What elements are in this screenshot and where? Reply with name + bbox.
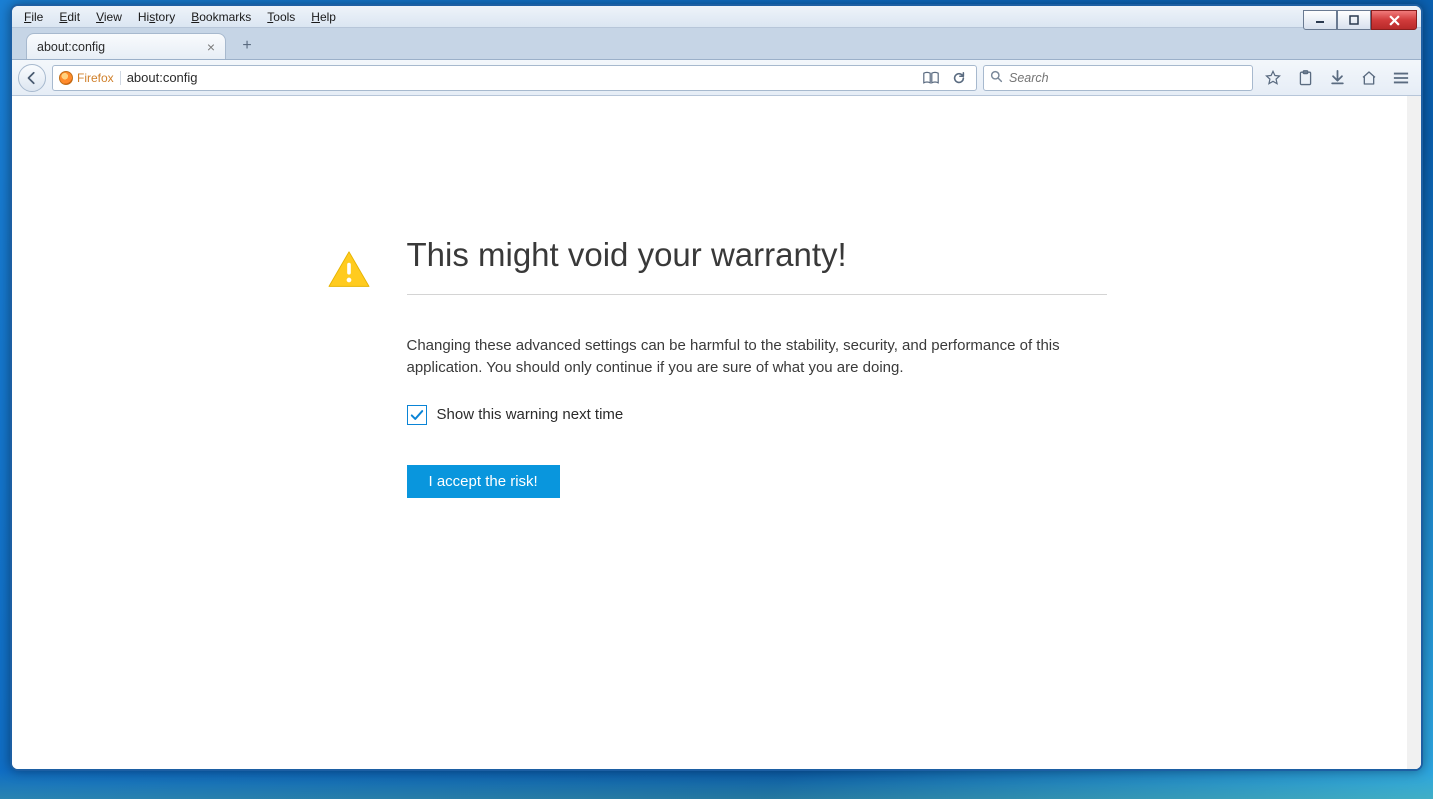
url-bar[interactable]: Firefox about:config xyxy=(52,65,977,91)
menu-edit[interactable]: Edit xyxy=(51,8,88,26)
home-icon[interactable] xyxy=(1355,64,1383,92)
identity-label: Firefox xyxy=(77,71,114,85)
window-close-button[interactable] xyxy=(1371,10,1417,30)
warning-triangle-icon xyxy=(327,250,371,290)
search-input[interactable] xyxy=(1009,71,1246,85)
hamburger-menu-icon[interactable] xyxy=(1387,64,1415,92)
site-identity[interactable]: Firefox xyxy=(59,71,121,85)
url-text[interactable]: about:config xyxy=(127,70,914,85)
desktop-background-accent xyxy=(0,771,1433,799)
clipboard-icon[interactable] xyxy=(1291,64,1319,92)
window-minimize-button[interactable] xyxy=(1303,10,1337,30)
warning-heading: This might void your warranty! xyxy=(407,236,1107,295)
window-controls xyxy=(1303,10,1417,30)
menu-history[interactable]: History xyxy=(130,8,183,26)
window-maximize-button[interactable] xyxy=(1337,10,1371,30)
menubar: File Edit View History Bookmarks Tools H… xyxy=(12,6,1421,28)
navigation-toolbar: Firefox about:config xyxy=(12,60,1421,96)
warning-body: This might void your warranty! Changing … xyxy=(407,236,1107,498)
checkbox-label: Show this warning next time xyxy=(437,406,624,423)
new-tab-button[interactable]: + xyxy=(234,35,260,57)
tab-active[interactable]: about:config × xyxy=(26,33,226,59)
menu-bookmarks[interactable]: Bookmarks xyxy=(183,8,259,26)
reader-mode-icon[interactable] xyxy=(920,67,942,89)
menu-file[interactable]: File xyxy=(16,8,51,26)
accept-risk-button[interactable]: I accept the risk! xyxy=(407,465,560,498)
tabstrip: about:config × + xyxy=(12,28,1421,60)
reload-icon[interactable] xyxy=(948,67,970,89)
toolbar-buttons xyxy=(1259,64,1415,92)
menu-help[interactable]: Help xyxy=(303,8,344,26)
about-config-warning: This might void your warranty! Changing … xyxy=(327,236,1107,498)
vertical-scrollbar[interactable] xyxy=(1407,96,1421,769)
search-icon xyxy=(990,70,1003,86)
search-bar[interactable] xyxy=(983,65,1253,91)
tab-close-icon[interactable]: × xyxy=(207,40,215,54)
checkbox-icon[interactable] xyxy=(407,405,427,425)
menu-tools[interactable]: Tools xyxy=(259,8,303,26)
tab-title: about:config xyxy=(37,40,105,54)
firefox-icon xyxy=(59,71,73,85)
back-button[interactable] xyxy=(18,64,46,92)
downloads-icon[interactable] xyxy=(1323,64,1351,92)
plus-icon: + xyxy=(242,37,251,55)
show-warning-checkbox-row[interactable]: Show this warning next time xyxy=(407,405,1107,425)
warning-paragraph: Changing these advanced settings can be … xyxy=(407,335,1107,379)
menu-view[interactable]: View xyxy=(88,8,130,26)
bookmark-star-icon[interactable] xyxy=(1259,64,1287,92)
browser-window: File Edit View History Bookmarks Tools H… xyxy=(10,4,1423,771)
content-area: This might void your warranty! Changing … xyxy=(12,96,1421,769)
